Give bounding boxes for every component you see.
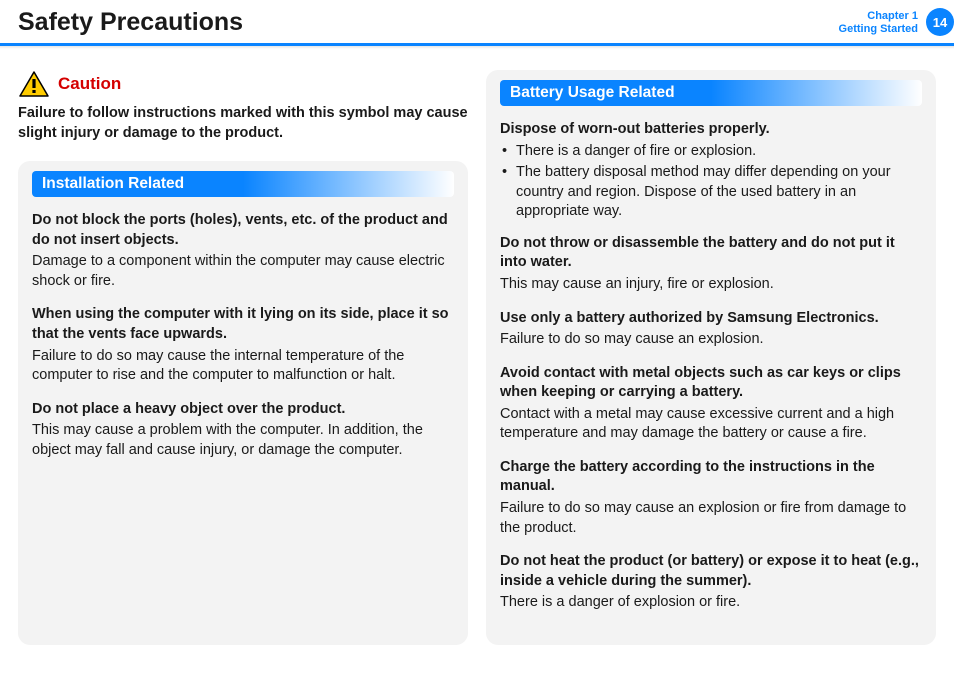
item-heading: When using the computer with it lying on…	[32, 305, 454, 344]
chapter-number: Chapter 1	[839, 10, 918, 23]
bullet-item: The battery disposal method may differ d…	[500, 163, 922, 222]
page-header: Safety Precautions Chapter 1 Getting Sta…	[0, 0, 954, 46]
chapter-info: Chapter 1 Getting Started	[839, 8, 918, 36]
item-body: Damage to a component within the compute…	[32, 252, 454, 291]
battery-item: Avoid contact with metal objects such as…	[500, 364, 922, 444]
item-heading: Dispose of worn-out batteries properly.	[500, 120, 922, 140]
page-title: Safety Precautions	[18, 8, 243, 43]
battery-bullets: There is a danger of fire or explosion. …	[500, 142, 922, 222]
battery-item: Use only a battery authorized by Samsung…	[500, 309, 922, 350]
item-heading: Do not heat the product (or battery) or …	[500, 552, 922, 591]
item-heading: Use only a battery authorized by Samsung…	[500, 309, 922, 329]
item-body: Failure to do so may cause an explosion.	[500, 330, 922, 350]
item-heading: Charge the battery according to the inst…	[500, 458, 922, 497]
page-number-badge: 14	[926, 8, 954, 36]
caution-description: Failure to follow instructions marked wi…	[18, 104, 468, 143]
installation-item: Do not place a heavy object over the pro…	[32, 400, 454, 461]
item-heading: Do not throw or disassemble the battery …	[500, 234, 922, 273]
chapter-name: Getting Started	[839, 23, 918, 36]
item-body: This may cause a problem with the comput…	[32, 421, 454, 460]
content-area: Caution Failure to follow instructions m…	[0, 46, 954, 663]
bullet-item: There is a danger of fire or explosion.	[500, 142, 922, 162]
battery-item: Do not throw or disassemble the battery …	[500, 234, 922, 295]
battery-item: Do not heat the product (or battery) or …	[500, 552, 922, 613]
left-column: Caution Failure to follow instructions m…	[18, 70, 468, 645]
battery-heading: Battery Usage Related	[500, 80, 922, 106]
item-heading: Do not place a heavy object over the pro…	[32, 400, 454, 420]
caution-label: Caution	[58, 74, 121, 94]
battery-panel: Battery Usage Related Dispose of worn-ou…	[486, 70, 936, 645]
installation-item: When using the computer with it lying on…	[32, 305, 454, 385]
item-heading: Do not block the ports (holes), vents, e…	[32, 211, 454, 250]
item-body: Failure to do so may cause an explosion …	[500, 499, 922, 538]
item-body: This may cause an injury, fire or explos…	[500, 275, 922, 295]
battery-item: Charge the battery according to the inst…	[500, 458, 922, 538]
header-right: Chapter 1 Getting Started 14	[839, 8, 954, 36]
installation-item: Do not block the ports (holes), vents, e…	[32, 211, 454, 291]
installation-heading: Installation Related	[32, 171, 454, 197]
caution-triangle-icon	[18, 70, 50, 98]
item-heading: Avoid contact with metal objects such as…	[500, 364, 922, 403]
item-body: Contact with a metal may cause excessive…	[500, 405, 922, 444]
right-column: Battery Usage Related Dispose of worn-ou…	[486, 70, 936, 645]
caution-heading: Caution	[18, 70, 468, 98]
item-body: There is a danger of explosion or fire.	[500, 593, 922, 613]
installation-panel: Installation Related Do not block the po…	[18, 161, 468, 645]
item-body: Failure to do so may cause the internal …	[32, 347, 454, 386]
